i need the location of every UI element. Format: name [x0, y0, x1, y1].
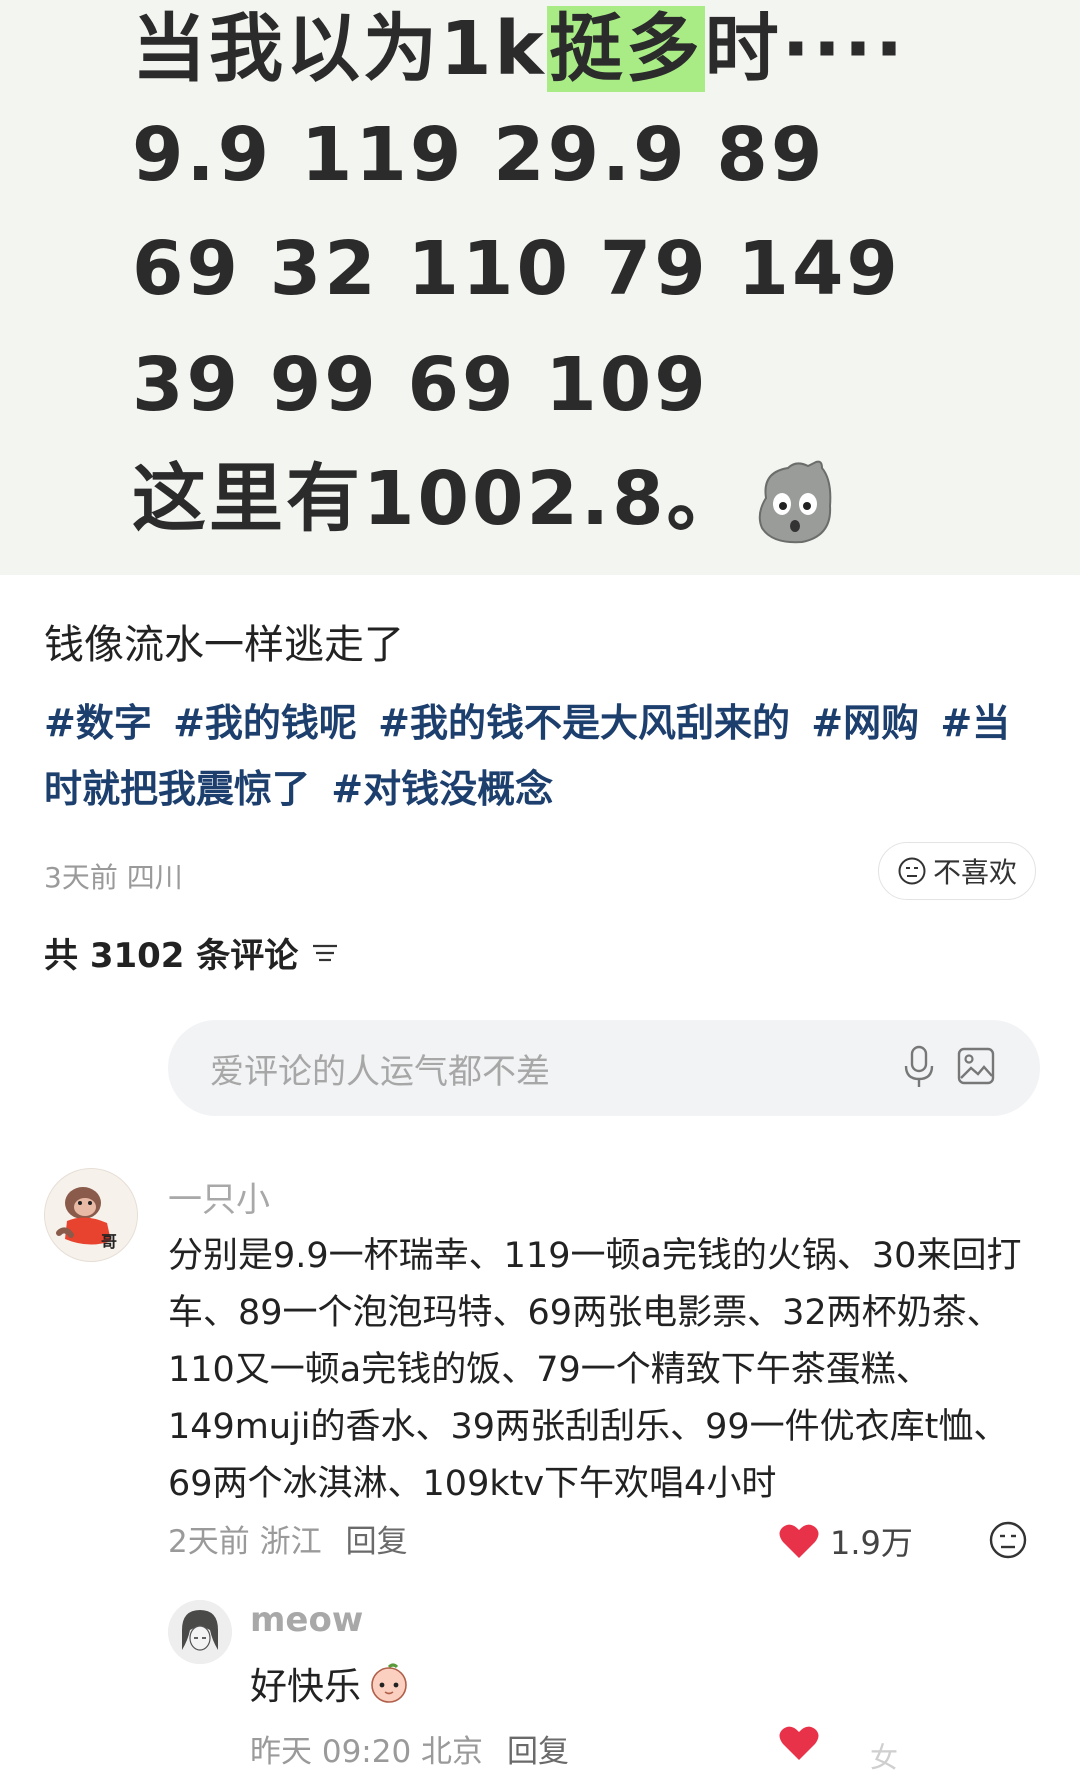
post-text: 钱像流水一样逃走了 — [44, 622, 404, 668]
tag-link[interactable]: #对钱没概念 — [331, 767, 553, 811]
heart-icon — [779, 1524, 819, 1558]
tag-link[interactable]: #网购 — [811, 701, 919, 745]
rock-emoji-icon — [758, 460, 832, 544]
poster-line-4: 39 99 69 109 — [132, 342, 709, 428]
heart-icon[interactable] — [778, 1724, 820, 1762]
reply-button[interactable]: 回复 — [507, 1734, 569, 1770]
like-button[interactable]: 1.9万 — [778, 1518, 913, 1564]
poster-line-1: 当我以为1k挺多时···· — [132, 6, 907, 92]
svg-text:哥: 哥 — [101, 1232, 117, 1251]
comment-input-placeholder: 爱评论的人运气都不差 — [210, 1051, 550, 1092]
reply-username[interactable]: meow — [250, 1600, 363, 1640]
avatar[interactable]: 哥 — [44, 1168, 138, 1262]
comment-text: 分别是9.9一杯瑞幸、119一顿a完钱的火锅、30来回打车、89一个泡泡玛特、6… — [168, 1236, 1022, 1504]
mic-icon[interactable] — [902, 1044, 936, 1090]
highlight-text: 挺多 — [546, 6, 705, 92]
tag-link[interactable]: #数字 — [44, 701, 152, 745]
post-meta: 3天前 四川 — [44, 861, 183, 894]
tag-link[interactable]: #我的钱呢 — [173, 701, 357, 745]
comment-time-location: 2天前 浙江 — [168, 1524, 322, 1560]
comment-count-label: 共 3102 条评论 — [44, 936, 299, 976]
sketch-avatar-icon — [168, 1600, 232, 1664]
dislike-face-icon[interactable] — [988, 1520, 1028, 1560]
reply-time-location: 昨天 09:20 北京 — [250, 1734, 484, 1770]
image-icon[interactable] — [956, 1046, 996, 1086]
post-image[interactable]: 当我以为1k挺多时···· 9.9 119 29.9 89 69 32 110 … — [0, 0, 1080, 575]
comment-input[interactable]: 爱评论的人运气都不差 — [168, 1020, 1040, 1116]
poster-line-5: 这里有1002.8。 — [132, 456, 744, 542]
comment-meta: 2天前 浙江 回复 — [168, 1516, 408, 1561]
poster-line-2: 9.9 119 29.9 89 — [132, 112, 826, 198]
tag-list: #数字 #我的钱呢 #我的钱不是大风刮来的 #网购 #当时就把我震惊了 #对钱没… — [44, 690, 1044, 822]
sort-icon[interactable] — [310, 940, 340, 966]
reply-text-row: 好快乐 — [250, 1656, 411, 1710]
like-count: 1.9万 — [830, 1524, 913, 1562]
poster-line-3: 69 32 110 79 149 — [132, 226, 901, 312]
dislike-face-icon — [898, 857, 926, 885]
reply-button[interactable]: 回复 — [346, 1524, 408, 1560]
reply-meta: 昨天 09:20 北京 回复 — [250, 1726, 569, 1771]
dislike-button[interactable]: 不喜欢 — [878, 842, 1036, 900]
reply-text: 好快乐 — [250, 1665, 361, 1708]
dislike-label: 不喜欢 — [932, 856, 1017, 889]
comment-count-header: 共 3102 条评论 — [44, 928, 340, 977]
tag-link[interactable]: #我的钱不是大风刮来的 — [378, 701, 790, 745]
monkey-avatar-icon: 哥 — [45, 1169, 137, 1261]
comment-username[interactable]: 一只小 — [168, 1172, 270, 1221]
watermark: 女 — [870, 1741, 901, 1774]
avatar[interactable] — [168, 1600, 232, 1664]
peach-emoji-icon — [371, 1663, 407, 1703]
